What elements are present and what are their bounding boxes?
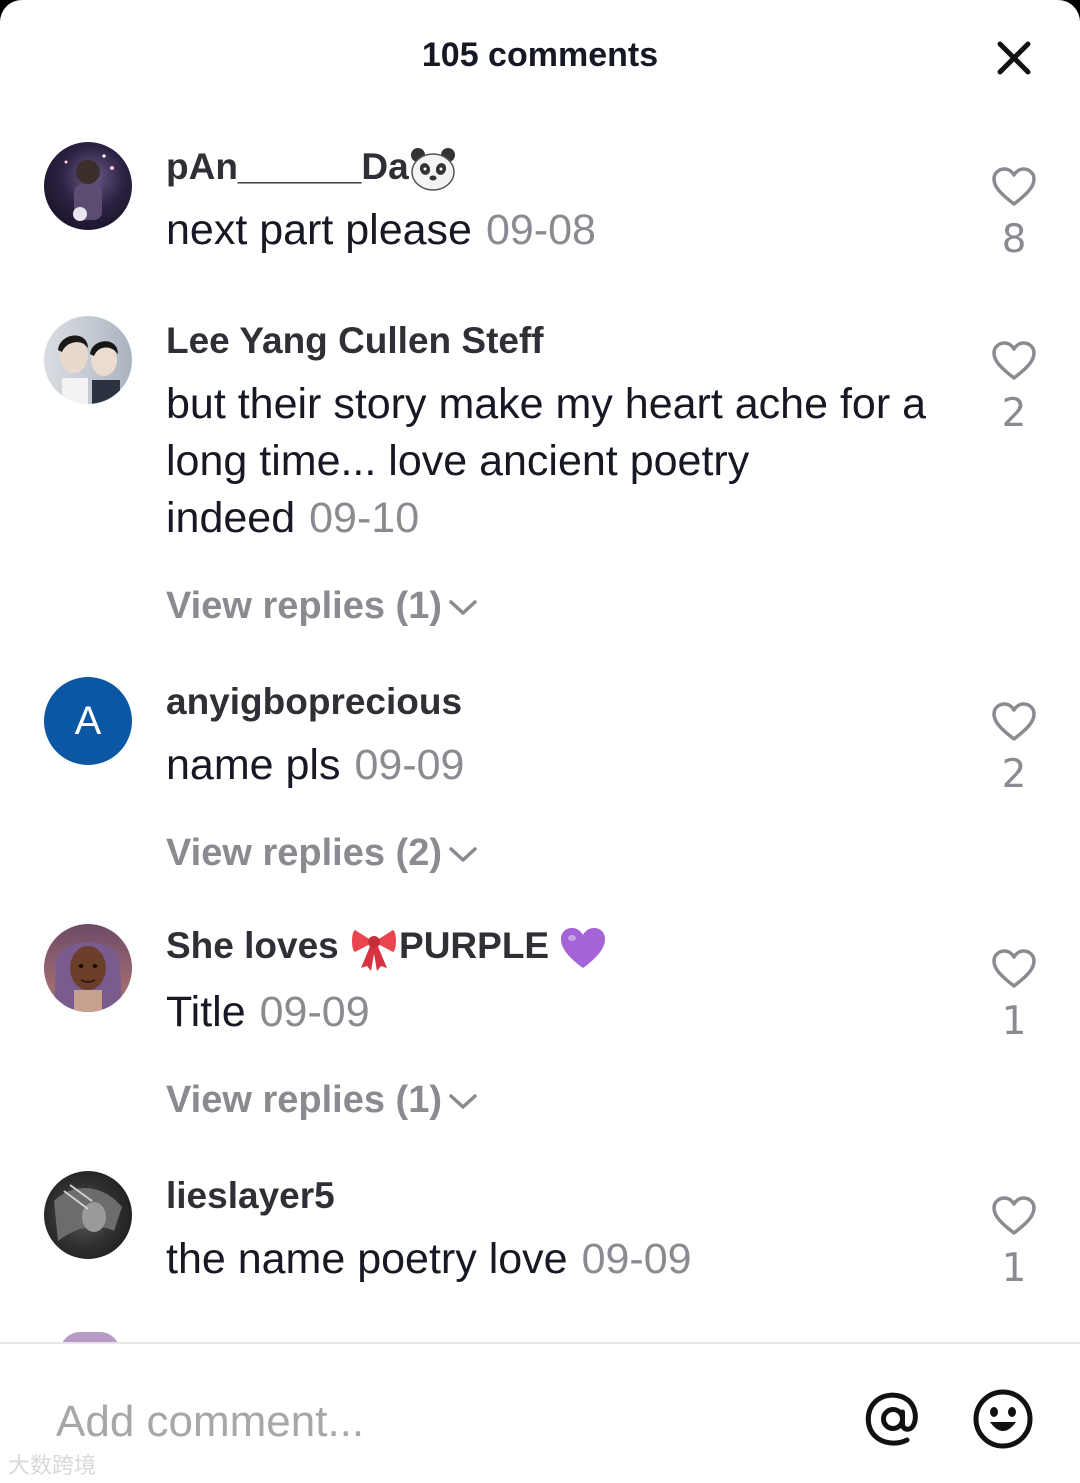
user-avatar[interactable] <box>44 316 132 404</box>
like-button[interactable]: 8 <box>986 166 1042 262</box>
comment-text: next part please 09-08 <box>166 206 596 254</box>
watermark-text: 大数跨境 <box>8 1454 97 1479</box>
comment-date: 09-09 <box>581 1235 692 1283</box>
like-button[interactable]: 2 <box>986 340 1042 436</box>
avatar-photo-icon <box>64 154 114 221</box>
panda-face-icon <box>410 148 455 191</box>
comment-username[interactable]: pAn______Da <box>166 146 457 192</box>
view-replies-button[interactable]: View replies (1) <box>166 1079 478 1122</box>
purple-heart-icon <box>561 928 606 968</box>
close-icon <box>997 41 1031 75</box>
comment-text: but their story make my heart ache for a… <box>166 380 926 542</box>
like-count: 1 <box>1001 999 1027 1044</box>
comment-username[interactable]: lieslayer5 <box>166 1175 335 1217</box>
heart-outline-icon <box>992 949 1036 988</box>
chevron-down-icon <box>449 1094 477 1109</box>
comment-text: the name poetry love 09-09 <box>166 1235 692 1283</box>
user-avatar[interactable] <box>44 142 132 230</box>
comments-header: 105 comments <box>0 0 1080 115</box>
avatar-initial: A <box>74 698 102 743</box>
user-avatar[interactable]: A <box>44 677 132 765</box>
comment-date: 09-10 <box>309 494 420 542</box>
user-avatar[interactable] <box>44 1171 132 1259</box>
view-replies-button[interactable]: View replies (1) <box>166 585 478 628</box>
comments-count-title: 105 comments <box>421 36 659 74</box>
comment-username[interactable]: She loves PURPLE <box>166 924 607 972</box>
like-button[interactable]: 1 <box>986 948 1042 1044</box>
emoji-button[interactable] <box>970 1386 1036 1452</box>
like-count: 2 <box>1001 391 1027 436</box>
view-replies-button[interactable]: View replies (2) <box>166 832 478 875</box>
comment-username[interactable]: anyigboprecious <box>166 681 462 723</box>
heart-outline-icon <box>992 1196 1036 1235</box>
like-button[interactable]: 1 <box>986 1195 1042 1291</box>
ribbon-icon <box>352 930 397 971</box>
comment-username[interactable]: Lee Yang Cullen Steff <box>166 320 544 362</box>
comments-sheet: 105 comments pAn______Da next part pleas… <box>0 0 1080 1483</box>
heart-outline-icon <box>992 702 1036 741</box>
avatar-photo-icon <box>58 335 120 404</box>
like-count: 2 <box>1001 752 1027 797</box>
avatar-photo-icon <box>54 942 122 1012</box>
close-button[interactable] <box>990 34 1038 82</box>
like-count: 8 <box>1001 217 1027 262</box>
comment-date: 09-09 <box>354 741 465 789</box>
user-avatar[interactable] <box>44 924 132 1012</box>
at-sign-icon <box>865 1392 918 1446</box>
like-count: 1 <box>1001 1246 1027 1291</box>
smiley-icon <box>973 1389 1033 1449</box>
comment-text: name pls 09-09 <box>166 741 465 789</box>
comment-text: Title 09-09 <box>166 988 370 1036</box>
chevron-down-icon <box>449 847 477 862</box>
comment-date: 09-09 <box>259 988 370 1036</box>
heart-outline-icon <box>992 341 1036 380</box>
add-comment-input[interactable] <box>56 1392 756 1452</box>
comment-date: 09-08 <box>485 206 596 254</box>
heart-outline-icon <box>992 167 1036 206</box>
avatar-photo-icon <box>54 1184 122 1241</box>
mention-button[interactable] <box>860 1386 926 1452</box>
chevron-down-icon <box>449 600 477 615</box>
comment-composer <box>0 1342 1080 1483</box>
like-button[interactable]: 2 <box>986 701 1042 797</box>
